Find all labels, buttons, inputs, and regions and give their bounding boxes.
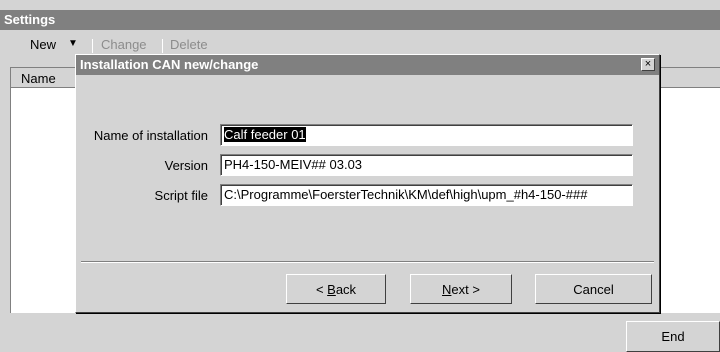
- dialog-title: Installation CAN new/change: [80, 57, 259, 72]
- column-header-name[interactable]: Name: [11, 68, 81, 88]
- new-dropdown-arrow-icon[interactable]: ▼: [68, 38, 78, 49]
- installation-dialog: Installation CAN new/change × Name of in…: [75, 54, 660, 313]
- back-label: ack: [335, 282, 357, 297]
- change-button[interactable]: Change: [101, 37, 147, 52]
- delete-button[interactable]: Delete: [170, 37, 208, 52]
- cancel-button[interactable]: Cancel: [535, 274, 652, 304]
- next-accelerator: N: [442, 282, 452, 297]
- version-input[interactable]: PH4-150-MEIV## 03.03: [220, 154, 633, 176]
- back-accelerator: B: [327, 282, 336, 297]
- new-button[interactable]: New: [30, 37, 56, 52]
- name-of-installation-value: Calf feeder 01: [224, 127, 306, 142]
- name-of-installation-label: Name of installation: [93, 128, 208, 143]
- name-of-installation-input[interactable]: Calf feeder 01: [220, 124, 633, 146]
- script-file-label: Script file: [154, 188, 208, 203]
- back-prefix: <: [315, 282, 328, 297]
- version-label: Version: [164, 158, 208, 173]
- next-label: ext >: [451, 282, 480, 297]
- toolbar-separator: [92, 39, 93, 53]
- toolbar-separator: [162, 39, 163, 53]
- close-icon[interactable]: ×: [641, 58, 655, 71]
- end-button[interactable]: End: [626, 321, 720, 352]
- script-file-input[interactable]: C:\Programme\FoersterTechnik\KM\def\high…: [220, 184, 633, 206]
- dialog-separator: [81, 261, 654, 263]
- next-button[interactable]: Next >: [410, 274, 512, 304]
- dialog-title-bar: Installation CAN new/change ×: [76, 55, 659, 75]
- settings-title-bar: Settings: [0, 10, 720, 30]
- back-button[interactable]: < Back: [286, 274, 386, 304]
